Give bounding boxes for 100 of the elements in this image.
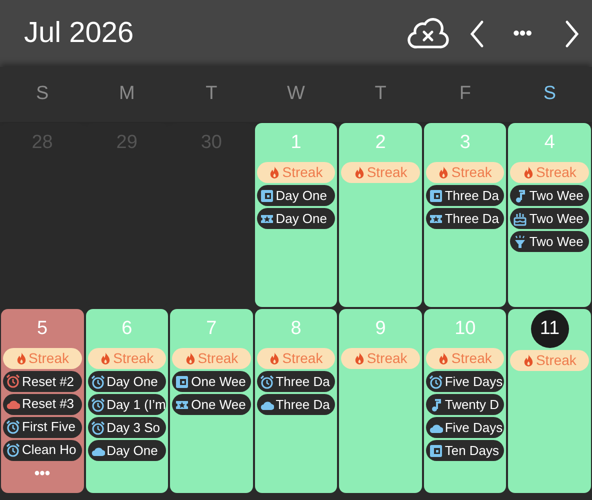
- day-cell[interactable]: 11 Streak: [508, 309, 591, 493]
- event-pill[interactable]: Three Da: [256, 394, 336, 415]
- event-title: Clean Ho: [22, 441, 76, 460]
- event-pill[interactable]: Three Da: [256, 371, 336, 392]
- event-pill[interactable]: Two Wee: [510, 185, 589, 206]
- weekday-label: M: [118, 82, 136, 106]
- streak-label: Streak: [366, 163, 408, 182]
- day-cell[interactable]: 4 Streak Two Wee Two Wee Two Wee: [508, 123, 591, 307]
- day-cell[interactable]: 5 Streak Reset #2 Reset #3 First Five Clean Ho •••: [1, 309, 84, 493]
- flame-icon: [100, 352, 112, 365]
- event-pill[interactable]: Reset #3: [3, 394, 82, 415]
- streak-label: Streak: [451, 349, 492, 368]
- event-title: Three Da: [276, 372, 330, 391]
- weekday-label: S: [542, 82, 558, 106]
- event-pill[interactable]: Five Days: [426, 371, 504, 392]
- event-title: Reset #2: [22, 372, 74, 391]
- event-title: Two Wee: [529, 186, 584, 205]
- day-cell[interactable]: 8 Streak Three Da Three Da: [254, 309, 338, 493]
- event-pill[interactable]: Three Da: [426, 185, 504, 206]
- flame-icon: [16, 352, 27, 365]
- event-title: Day One: [276, 210, 328, 228]
- event-pill[interactable]: Day One: [256, 208, 336, 229]
- day-number: 11: [530, 310, 569, 348]
- event-title: First Five: [22, 418, 76, 436]
- event-title: Day One: [106, 442, 158, 460]
- cloud-off-icon[interactable]: [407, 18, 450, 50]
- day-number: 8: [290, 316, 302, 341]
- day-number: 4: [544, 130, 555, 155]
- event-pill[interactable]: Five Days: [426, 417, 504, 438]
- event-title: Three Da: [276, 396, 330, 414]
- weekday-label: F: [458, 82, 472, 106]
- event-pill[interactable]: One Wee: [172, 394, 251, 415]
- chevron-left-icon[interactable]: [469, 20, 486, 48]
- streak-label: Streak: [536, 163, 576, 182]
- event-title: Day 1 (I’m: [106, 396, 166, 414]
- event-pill[interactable]: Two Wee: [510, 208, 589, 229]
- streak-label: Streak: [282, 163, 323, 182]
- event-title: Two Wee: [529, 232, 584, 251]
- streak-label: Streak: [28, 348, 70, 368]
- event-title: Ten Days: [444, 442, 500, 460]
- weekday-label: T: [374, 82, 388, 106]
- streak-label: Streak: [113, 349, 154, 368]
- weekday-label: W: [286, 82, 306, 106]
- event-title: One Wee: [191, 396, 246, 414]
- more-button[interactable]: •••: [513, 20, 532, 47]
- event-pill[interactable]: Day One: [256, 185, 336, 206]
- event-pill[interactable]: Day 3 So: [88, 417, 166, 438]
- event-title: Five Days: [444, 372, 503, 391]
- event-pill[interactable]: Two Wee: [510, 231, 589, 252]
- event-title: Five Days: [444, 418, 503, 437]
- day-cell[interactable]: 1 Streak Day One Day One: [254, 123, 338, 307]
- streak-label: Streak: [366, 349, 408, 368]
- day-number: 10: [454, 316, 476, 341]
- event-pill[interactable]: Day 1 (I’m: [88, 394, 166, 415]
- event-pill[interactable]: First Five: [3, 416, 82, 438]
- flame-icon: [354, 352, 365, 365]
- flame-icon: [438, 166, 450, 179]
- event-title: Twenty D: [444, 396, 500, 414]
- day-number: 2: [375, 130, 386, 155]
- day-number: 6: [122, 316, 132, 341]
- streak-label: Streak: [282, 349, 323, 368]
- day-cell[interactable]: 7 Streak One Wee One Wee: [170, 309, 253, 493]
- event-title: Three Da: [444, 186, 500, 205]
- event-pill[interactable]: One Wee: [172, 371, 251, 392]
- day-number: 3: [460, 130, 470, 155]
- event-pill[interactable]: Reset #2: [3, 370, 82, 392]
- streak-label: Streak: [451, 163, 492, 182]
- event-title: One Wee: [191, 372, 246, 391]
- day-cell[interactable]: 6 Streak Day One Day 1 (I’m Day 3 So Day One: [86, 309, 168, 493]
- event-pill[interactable]: Three Da: [426, 208, 504, 229]
- flame-icon: [269, 352, 280, 365]
- event-title: Day One: [276, 186, 328, 205]
- event-title: Two Wee: [529, 210, 584, 228]
- day-number: 9: [375, 316, 386, 341]
- event-title: Day 3 So: [106, 418, 160, 437]
- day-cell[interactable]: 10 Streak Five Days Twenty D Five Days Ten Days: [424, 309, 506, 493]
- flame-icon: [522, 354, 534, 367]
- weekday-label: T: [204, 82, 218, 106]
- month-title: Jul 2026: [24, 16, 135, 51]
- event-pill[interactable]: Clean Ho: [3, 440, 82, 460]
- day-number: 7: [206, 316, 217, 341]
- event-title: Reset #3: [22, 395, 74, 414]
- streak-label: Streak: [536, 351, 576, 370]
- streak-label: Streak: [198, 349, 238, 368]
- event-title: Day One: [106, 372, 158, 391]
- day-cell[interactable]: 3 Streak Three Da Three Da: [424, 123, 506, 307]
- event-title: Three Da: [444, 210, 500, 228]
- chevron-right-icon[interactable]: [564, 20, 580, 48]
- day-number: 1: [290, 130, 302, 155]
- weekday-label: S: [34, 82, 50, 106]
- day-number: 5: [36, 316, 48, 341]
- event-pill[interactable]: Day One: [88, 440, 166, 461]
- flame-icon: [438, 352, 450, 365]
- event-pill[interactable]: Ten Days: [426, 440, 504, 461]
- flame-icon: [269, 166, 280, 179]
- flame-icon: [184, 352, 196, 365]
- flame-icon: [354, 166, 365, 179]
- flame-icon: [522, 166, 534, 179]
- event-pill[interactable]: Twenty D: [426, 394, 504, 415]
- event-pill[interactable]: Day One: [88, 371, 166, 392]
